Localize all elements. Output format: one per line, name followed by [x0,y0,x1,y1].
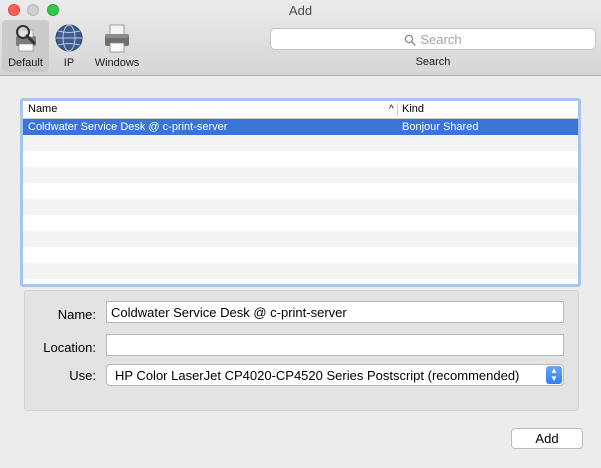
driver-select[interactable]: HP Color LaserJet CP4020-CP4520 Series P… [106,364,564,386]
empty-row [23,247,578,263]
printer-details-panel: Name: Coldwater Service Desk @ c-print-s… [24,290,579,411]
search-caption: Search [415,56,451,68]
globe-icon [55,24,83,52]
empty-row [23,167,578,183]
table-row[interactable]: Coldwater Service Desk @ c-print-server … [23,119,578,135]
location-field[interactable] [106,334,564,356]
empty-row [23,183,578,199]
column-header-name[interactable]: Name [28,103,57,115]
chevron-updown-icon: ▲ ▼ [546,366,562,384]
empty-row [23,135,578,151]
column-header-kind[interactable]: Kind [402,103,424,115]
column-divider[interactable] [397,103,398,117]
empty-row [23,215,578,231]
empty-row [23,199,578,215]
table-body: Coldwater Service Desk @ c-print-server … [23,119,578,279]
printer-icon [105,24,129,53]
toolbar-windows-button[interactable]: Windows [89,20,145,72]
printer-search-icon [15,25,36,52]
search-placeholder: Search [420,32,462,47]
printer-list-table[interactable]: Name ^ Kind Coldwater Service Desk @ c-p… [20,98,581,287]
toolbar-windows-label: Windows [94,57,140,69]
toolbar-ip-button[interactable]: IP [49,20,89,72]
search-input[interactable]: Search [270,28,596,50]
toolbar: Add Default IP Windows Search Search [0,0,601,76]
name-label: Name: [57,307,96,322]
window-title: Add [288,3,313,18]
sort-ascending-icon: ^ [389,104,394,115]
empty-row [23,263,578,279]
name-field[interactable]: Coldwater Service Desk @ c-print-server [106,301,564,323]
empty-row [23,151,578,167]
add-button[interactable]: Add [511,428,583,449]
toolbar-default-label: Default [8,57,43,69]
toolbar-default-button[interactable]: Default [2,20,49,72]
add-printer-window: Add Default IP Windows Search Search Nam… [0,0,601,468]
search-icon [405,34,417,46]
printer-kind-cell: Bonjour Shared [402,121,479,133]
empty-row [23,231,578,247]
driver-select-value: HP Color LaserJet CP4020-CP4520 Series P… [115,368,520,383]
location-label: Location: [43,340,96,355]
table-header: Name ^ Kind [23,101,578,119]
printer-name-cell: Coldwater Service Desk @ c-print-server [28,121,228,133]
use-label: Use: [69,368,96,383]
toolbar-ip-label: IP [63,57,75,69]
